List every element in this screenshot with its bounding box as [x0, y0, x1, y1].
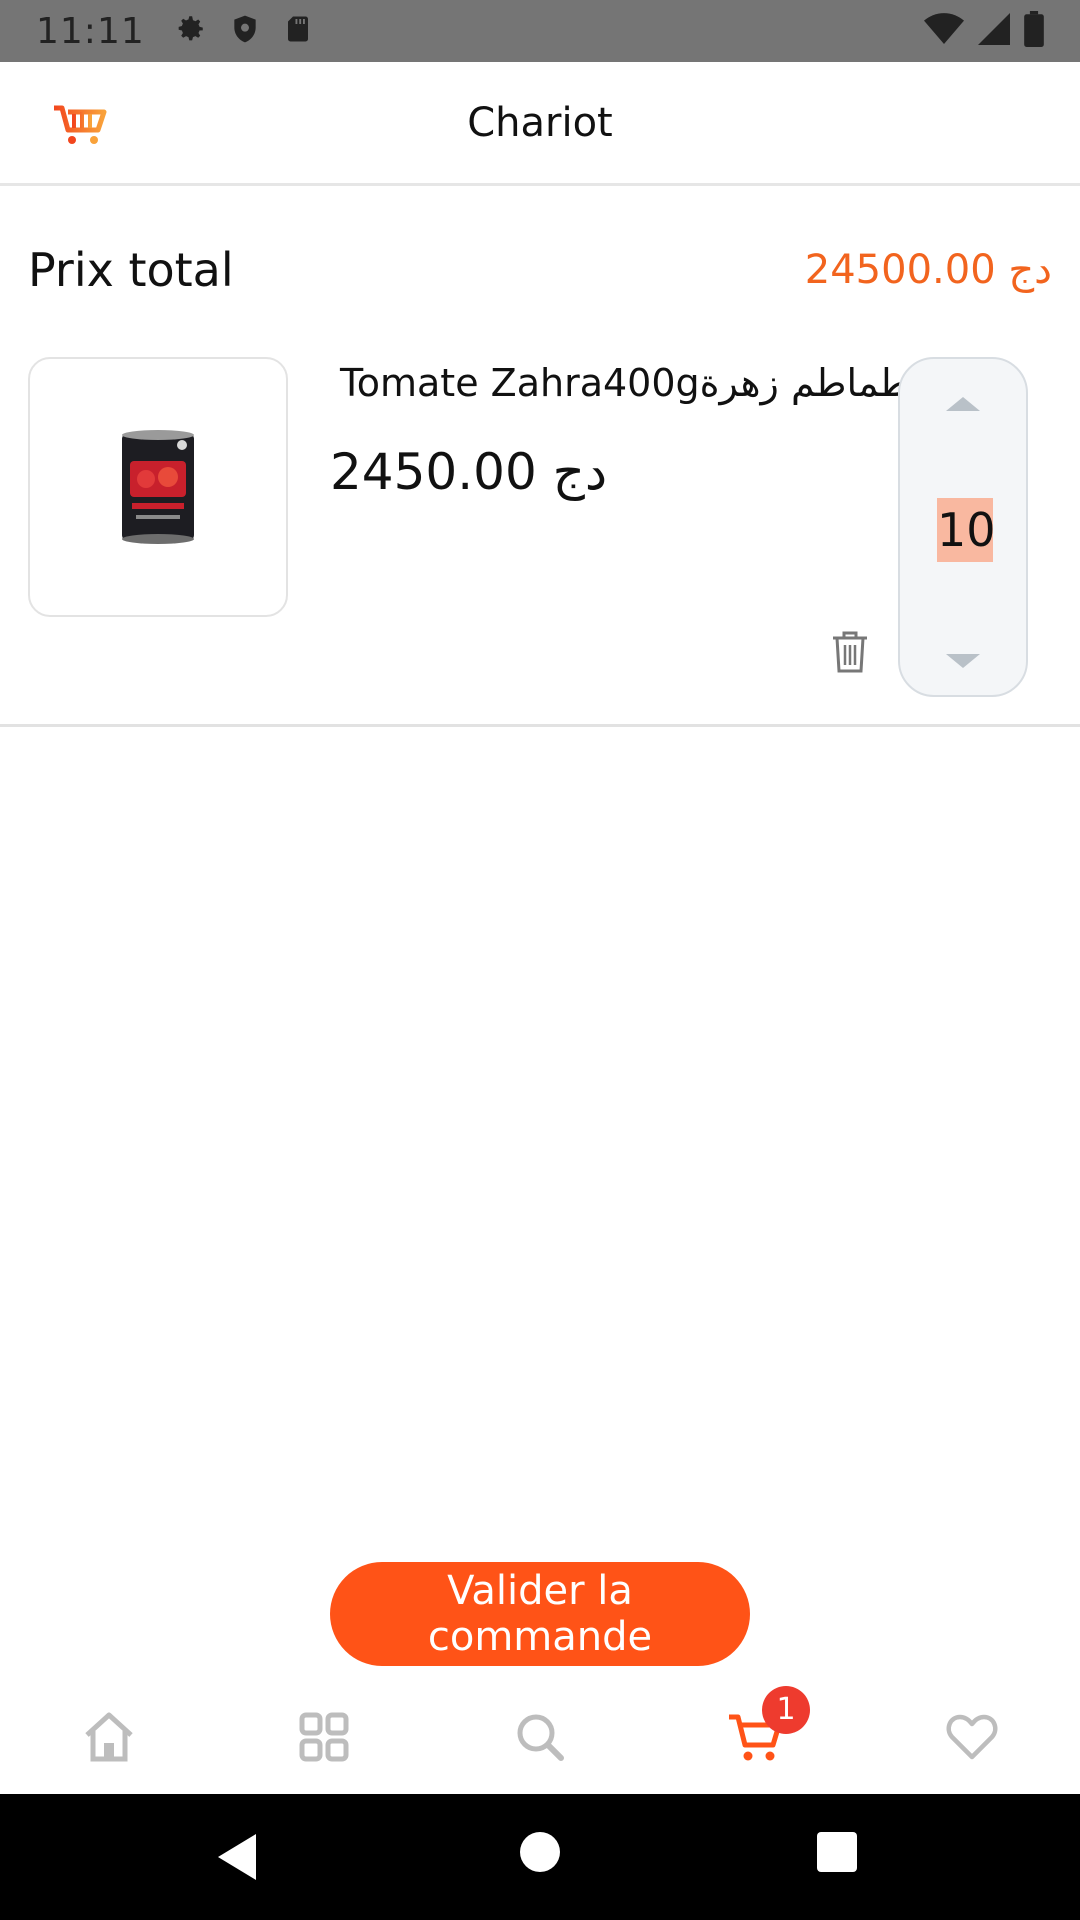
- settings-icon: [173, 12, 207, 50]
- status-time: 11:11: [36, 10, 145, 52]
- cart-item: Tomate Zahra400gطماطم زهرة 2450.00 دج 10: [0, 355, 1080, 727]
- app-bar: Chariot: [0, 62, 1080, 186]
- signal-icon: [978, 12, 1010, 50]
- battery-icon: [1024, 11, 1044, 51]
- total-value: 24500.00 دج: [804, 247, 1052, 293]
- wifi-icon: [924, 12, 964, 50]
- page-title: Chariot: [467, 99, 613, 146]
- increment-arrow-icon[interactable]: [946, 397, 980, 411]
- system-nav-bar: [0, 1794, 1080, 1920]
- heart-icon[interactable]: [941, 1706, 1003, 1768]
- trash-icon[interactable]: [830, 630, 870, 674]
- cart-logo-icon: [52, 100, 108, 148]
- product-image[interactable]: [28, 357, 288, 617]
- back-icon[interactable]: [218, 1834, 256, 1880]
- tomato-can-image: [122, 430, 194, 544]
- sd-card-icon: [283, 12, 313, 50]
- checkout-button[interactable]: Valider la commande: [330, 1562, 750, 1666]
- shield-icon: [229, 12, 261, 50]
- recents-icon[interactable]: [817, 1832, 857, 1872]
- cart-badge: 1: [762, 1686, 810, 1734]
- bottom-nav: 1: [0, 1686, 1080, 1794]
- product-name[interactable]: Tomate Zahra400gطماطم زهرة: [340, 361, 910, 405]
- status-bar: 11:11: [0, 0, 1080, 62]
- product-price: 2450.00 دج: [330, 443, 608, 501]
- categories-icon[interactable]: [293, 1706, 355, 1768]
- total-label: Prix total: [28, 243, 234, 297]
- search-icon[interactable]: [509, 1706, 571, 1768]
- quantity-value[interactable]: 10: [937, 498, 996, 562]
- home-circle-icon[interactable]: [520, 1832, 560, 1872]
- quantity-stepper[interactable]: 10: [898, 357, 1028, 697]
- decrement-arrow-icon[interactable]: [946, 654, 980, 668]
- home-icon[interactable]: [78, 1706, 140, 1768]
- total-row: Prix total 24500.00 دج: [28, 240, 1052, 300]
